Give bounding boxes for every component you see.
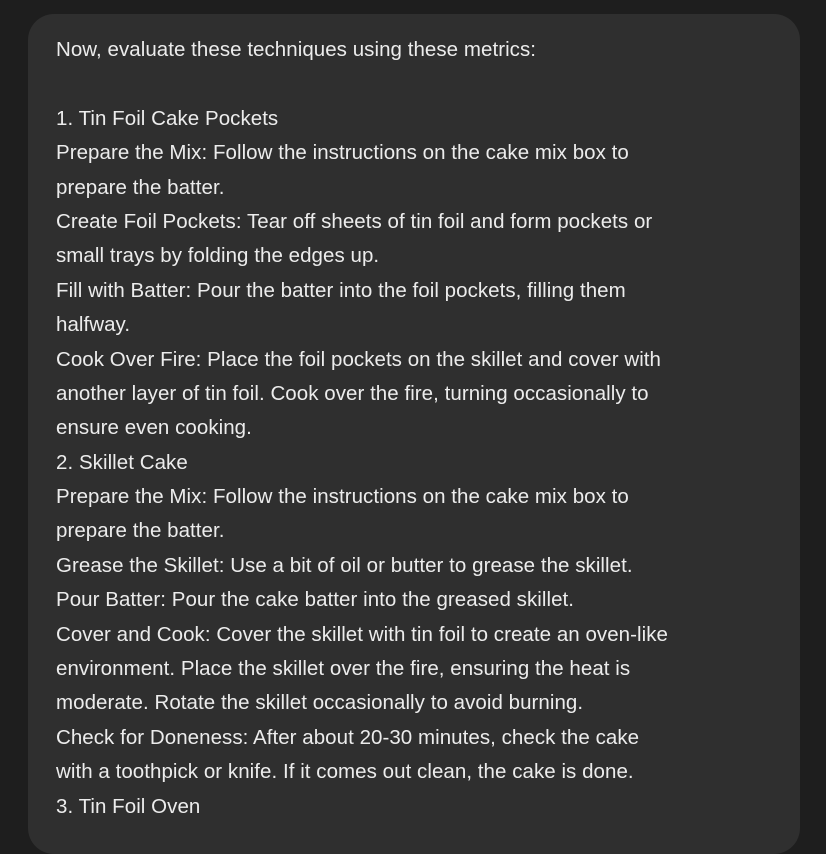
message-line: another layer of tin foil. Cook over the… — [56, 381, 649, 405]
message-line: 1. Tin Foil Cake Pockets — [56, 106, 279, 130]
message-line: Fill with Batter: Pour the batter into t… — [56, 278, 626, 302]
message-line: 3. Tin Foil Oven — [56, 794, 201, 818]
message-line: Cook Over Fire: Place the foil pockets o… — [56, 347, 662, 371]
user-message-bubble: Now, evaluate these techniques using the… — [28, 14, 800, 854]
message-line: halfway. — [56, 313, 131, 337]
message-line: Cover and Cook: Cover the skillet with t… — [56, 622, 668, 646]
message-line: small trays by folding the edges up. — [56, 244, 380, 268]
message-line: environment. Place the skillet over the … — [56, 657, 631, 681]
message-line: prepare the batter. — [56, 175, 225, 199]
message-line: prepare the batter. — [56, 519, 225, 543]
message-text: Now, evaluate these techniques using the… — [56, 33, 780, 824]
message-line: 2. Skillet Cake — [56, 450, 188, 474]
message-line: Create Foil Pockets: Tear off sheets of … — [56, 209, 653, 233]
message-line: Now, evaluate these techniques using the… — [56, 38, 537, 61]
message-line: with a toothpick or knife. If it comes o… — [56, 760, 634, 784]
message-line: Pour Batter: Pour the cake batter into t… — [56, 588, 575, 612]
message-line: moderate. Rotate the skillet occasionall… — [56, 691, 584, 715]
message-line: ensure even cooking. — [56, 416, 252, 440]
message-line: Prepare the Mix: Follow the instructions… — [56, 141, 629, 165]
message-line: Grease the Skillet: Use a bit of oil or … — [56, 553, 633, 577]
message-line: Check for Doneness: After about 20-30 mi… — [56, 725, 640, 749]
message-line: Prepare the Mix: Follow the instructions… — [56, 485, 629, 509]
